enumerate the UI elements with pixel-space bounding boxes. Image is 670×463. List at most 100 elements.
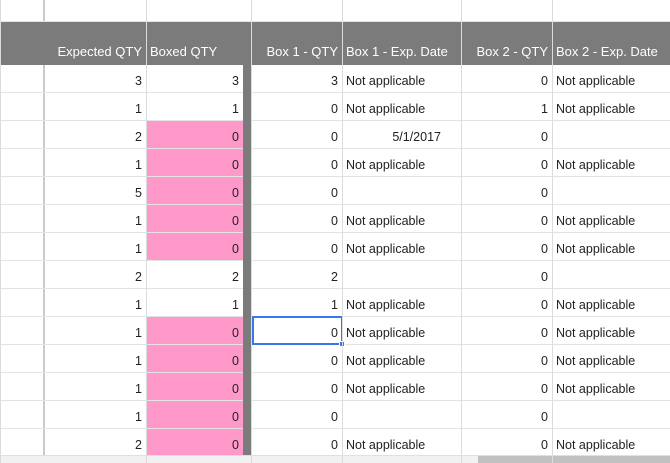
cell-box1-exp-date[interactable]	[342, 261, 461, 289]
cell-box2-exp-date[interactable]: Not applicable	[552, 289, 670, 317]
cell-box2-exp-date[interactable]: Not applicable	[552, 233, 670, 261]
header-expected-qty[interactable]: Expected QTY	[45, 22, 146, 65]
cell-boxed-qty[interactable]: 1	[146, 289, 243, 317]
cell-boxed-qty[interactable]: 0	[146, 429, 243, 457]
row-stub[interactable]	[0, 373, 43, 401]
cell-box2-qty[interactable]: 0	[461, 429, 552, 457]
cell-box1-exp-date[interactable]: Not applicable	[342, 289, 461, 317]
cell-box2-exp-date[interactable]: Not applicable	[552, 373, 670, 401]
row-stub[interactable]	[0, 205, 43, 233]
cell-boxed-qty[interactable]: 0	[146, 317, 243, 345]
cell-box2-qty[interactable]: 0	[461, 401, 552, 429]
cell-box1-exp-date[interactable]	[342, 177, 461, 205]
row-stub[interactable]	[0, 121, 43, 149]
row-stub[interactable]	[0, 429, 43, 457]
cell-box2-exp-date[interactable]	[552, 177, 670, 205]
cell-box2-exp-date[interactable]: Not applicable	[552, 65, 670, 93]
cell-box2-qty[interactable]: 0	[461, 205, 552, 233]
cell-box1-qty[interactable]: 0	[251, 373, 342, 401]
cell-box1-qty[interactable]: 2	[251, 261, 342, 289]
cell-box1-qty[interactable]: 0	[251, 345, 342, 373]
cell-box2-exp-date[interactable]	[552, 261, 670, 289]
cell-box2-exp-date[interactable]: Not applicable	[552, 205, 670, 233]
cell-expected-qty[interactable]: 1	[45, 401, 146, 429]
cell-expected-qty[interactable]: 3	[45, 65, 146, 93]
cell-box1-qty[interactable]: 1	[251, 289, 342, 317]
row-stub[interactable]	[0, 65, 43, 93]
cell-box1-exp-date[interactable]: Not applicable	[342, 65, 461, 93]
cell-expected-qty[interactable]: 1	[45, 289, 146, 317]
cell-boxed-qty[interactable]: 0	[146, 205, 243, 233]
cell-box1-qty[interactable]: 0	[251, 233, 342, 261]
cell-boxed-qty[interactable]: 0	[146, 121, 243, 149]
cell-box2-qty[interactable]: 0	[461, 345, 552, 373]
cell-box1-exp-date[interactable]: Not applicable	[342, 429, 461, 457]
cell-box2-qty[interactable]: 0	[461, 149, 552, 177]
cell-box1-exp-date[interactable]: Not applicable	[342, 93, 461, 121]
row-stub[interactable]	[0, 401, 43, 429]
cell-expected-qty[interactable]: 1	[45, 93, 146, 121]
row-stub[interactable]	[0, 149, 43, 177]
cell-box2-qty[interactable]: 0	[461, 177, 552, 205]
cell-expected-qty[interactable]: 5	[45, 177, 146, 205]
row-stub[interactable]	[0, 93, 43, 121]
cell-box2-qty[interactable]: 0	[461, 373, 552, 401]
cell-box2-qty[interactable]: 0	[461, 261, 552, 289]
cell-expected-qty[interactable]: 2	[45, 261, 146, 289]
cell-expected-qty[interactable]: 1	[45, 233, 146, 261]
cell-box2-exp-date[interactable]	[552, 401, 670, 429]
cell-expected-qty[interactable]: 1	[45, 149, 146, 177]
cell-box2-exp-date[interactable]: Not applicable	[552, 93, 670, 121]
cell-box1-qty[interactable]: 0	[251, 177, 342, 205]
cell-box2-exp-date[interactable]: Not applicable	[552, 345, 670, 373]
header-box2-qty[interactable]: Box 2 - QTY	[461, 22, 552, 65]
cell-expected-qty[interactable]: 2	[45, 429, 146, 457]
cell-box2-exp-date[interactable]	[552, 121, 670, 149]
row-stub[interactable]	[0, 317, 43, 345]
cell-box1-qty[interactable]: 0	[251, 401, 342, 429]
cell-box1-qty[interactable]: 0	[251, 205, 342, 233]
cell-box1-qty[interactable]: 0	[251, 429, 342, 457]
cell-boxed-qty[interactable]: 0	[146, 345, 243, 373]
cell-expected-qty[interactable]: 2	[45, 121, 146, 149]
cell-box2-exp-date[interactable]: Not applicable	[552, 429, 670, 457]
cell-box1-qty[interactable]: 0	[251, 317, 342, 345]
cell-boxed-qty[interactable]: 3	[146, 65, 243, 93]
cell-box1-exp-date[interactable]: Not applicable	[342, 233, 461, 261]
cell-boxed-qty[interactable]: 0	[146, 401, 243, 429]
row-stub[interactable]	[0, 177, 43, 205]
cell-box1-qty[interactable]: 0	[251, 93, 342, 121]
header-boxed-qty[interactable]: Boxed QTY	[146, 22, 243, 65]
cell-box1-qty[interactable]: 3	[251, 65, 342, 93]
row-stub[interactable]	[0, 345, 43, 373]
cell-box2-qty[interactable]: 1	[461, 93, 552, 121]
cell-box2-qty[interactable]: 0	[461, 317, 552, 345]
cell-boxed-qty[interactable]: 0	[146, 149, 243, 177]
cell-box2-qty[interactable]: 0	[461, 121, 552, 149]
cell-box1-exp-date[interactable]: 5/1/2017	[342, 121, 461, 149]
cell-box2-exp-date[interactable]: Not applicable	[552, 149, 670, 177]
cell-box2-qty[interactable]: 0	[461, 289, 552, 317]
cell-box2-qty[interactable]: 0	[461, 233, 552, 261]
row-stub[interactable]	[0, 233, 43, 261]
row-stub[interactable]	[0, 289, 43, 317]
header-box1-exp-date[interactable]: Box 1 - Exp. Date	[342, 22, 461, 65]
cell-box1-exp-date[interactable]: Not applicable	[342, 205, 461, 233]
cell-box1-exp-date[interactable]: Not applicable	[342, 373, 461, 401]
header-box2-exp-date[interactable]: Box 2 - Exp. Date	[552, 22, 670, 65]
cell-box1-qty[interactable]: 0	[251, 149, 342, 177]
cell-expected-qty[interactable]: 1	[45, 317, 146, 345]
cell-box1-qty[interactable]: 0	[251, 121, 342, 149]
row-stub[interactable]	[0, 261, 43, 289]
cell-expected-qty[interactable]: 1	[45, 345, 146, 373]
cell-expected-qty[interactable]: 1	[45, 205, 146, 233]
cell-box1-exp-date[interactable]: Not applicable	[342, 345, 461, 373]
cell-boxed-qty[interactable]: 0	[146, 233, 243, 261]
cell-boxed-qty[interactable]: 2	[146, 261, 243, 289]
cell-boxed-qty[interactable]: 0	[146, 373, 243, 401]
horizontal-scrollbar-thumb[interactable]	[478, 456, 670, 463]
cell-expected-qty[interactable]: 1	[45, 373, 146, 401]
cell-box1-exp-date[interactable]: Not applicable	[342, 149, 461, 177]
header-box1-qty[interactable]: Box 1 - QTY	[251, 22, 342, 65]
cell-boxed-qty[interactable]: 1	[146, 93, 243, 121]
